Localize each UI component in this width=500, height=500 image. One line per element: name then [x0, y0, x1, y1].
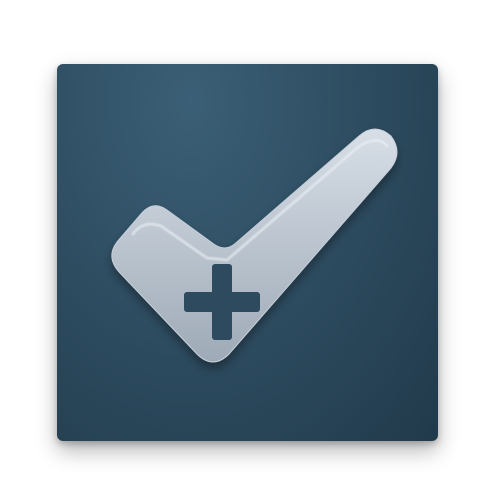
- app-icon[interactable]: [57, 64, 438, 441]
- canvas: [0, 0, 500, 500]
- checkmark-shape: [111, 128, 398, 363]
- check-plus-icon: [111, 128, 398, 363]
